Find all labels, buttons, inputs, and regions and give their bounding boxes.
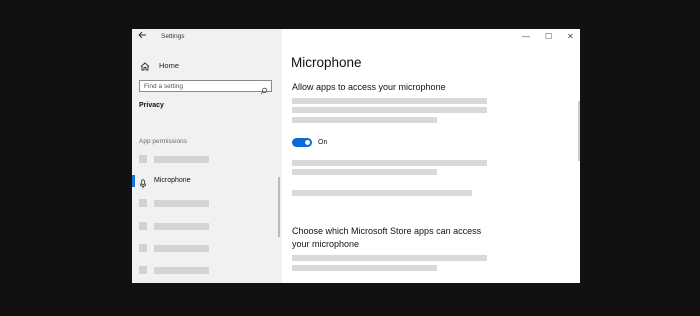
page-title: Microphone	[291, 55, 362, 70]
microphone-access-toggle[interactable]	[292, 138, 312, 147]
link-placeholder[interactable]	[292, 190, 472, 196]
sidebar-item-placeholder	[154, 155, 209, 163]
sidebar-item-placeholder	[154, 244, 209, 252]
sidebar-group-label: App permissions	[139, 138, 188, 145]
sidebar-item-placeholder	[154, 266, 209, 274]
sidebar-item[interactable]	[132, 220, 282, 232]
app-icon-placeholder	[139, 244, 147, 252]
minimize-button[interactable]: —	[522, 32, 530, 41]
sidebar-item[interactable]	[132, 197, 282, 209]
section-heading-line: your microphone	[292, 239, 360, 249]
description-placeholder	[292, 265, 437, 271]
sidebar-item-microphone[interactable]: Microphone	[132, 175, 282, 189]
sidebar-item[interactable]	[132, 153, 282, 165]
sidebar-section-title: Privacy	[139, 102, 164, 109]
toggle-knob	[305, 140, 310, 145]
sidebar-item-label: Microphone	[154, 177, 191, 184]
app-icon-placeholder	[139, 266, 147, 274]
description-placeholder	[292, 107, 487, 113]
maximize-button[interactable]: ☐	[545, 32, 552, 41]
description-placeholder	[292, 169, 437, 175]
search-input[interactable]: Find a setting	[139, 80, 272, 95]
sidebar: Settings Home Find a setting Privacy App…	[132, 29, 282, 283]
arrow-left-icon	[138, 31, 146, 39]
main-scrollbar[interactable]	[578, 101, 580, 161]
back-button[interactable]	[138, 31, 147, 42]
section-heading: Allow apps to access your microphone	[292, 82, 446, 92]
home-icon	[139, 59, 151, 71]
window-title: Settings	[161, 33, 185, 40]
microphone-icon	[139, 176, 147, 189]
description-placeholder	[292, 160, 487, 166]
description-placeholder	[292, 255, 487, 261]
section-heading: Choose which Microsoft Store apps can ac…	[292, 225, 481, 251]
toggle-state-label: On	[318, 139, 328, 146]
sidebar-item[interactable]	[132, 242, 282, 254]
app-icon-placeholder	[139, 199, 147, 207]
search-placeholder: Find a setting	[144, 82, 184, 90]
active-indicator	[132, 175, 135, 187]
description-placeholder	[292, 98, 487, 104]
sidebar-scrollbar[interactable]	[278, 177, 280, 237]
sidebar-item-placeholder	[154, 222, 209, 230]
app-icon-placeholder	[139, 222, 147, 230]
sidebar-item-placeholder	[154, 199, 209, 207]
description-placeholder	[292, 117, 437, 123]
settings-window: Settings Home Find a setting Privacy App…	[132, 29, 580, 283]
sidebar-item-label: Home	[159, 60, 180, 70]
close-button[interactable]: ✕	[567, 32, 574, 41]
section-heading-line: Choose which Microsoft Store apps can ac…	[292, 226, 482, 236]
search-icon[interactable]	[260, 82, 268, 95]
title-bar: Settings	[132, 29, 282, 47]
main-pane: — ☐ ✕ Microphone Allow apps to access yo…	[282, 29, 580, 283]
app-icon-placeholder	[139, 155, 147, 163]
sidebar-item-home[interactable]: Home	[139, 59, 179, 71]
sidebar-item[interactable]	[132, 264, 282, 276]
